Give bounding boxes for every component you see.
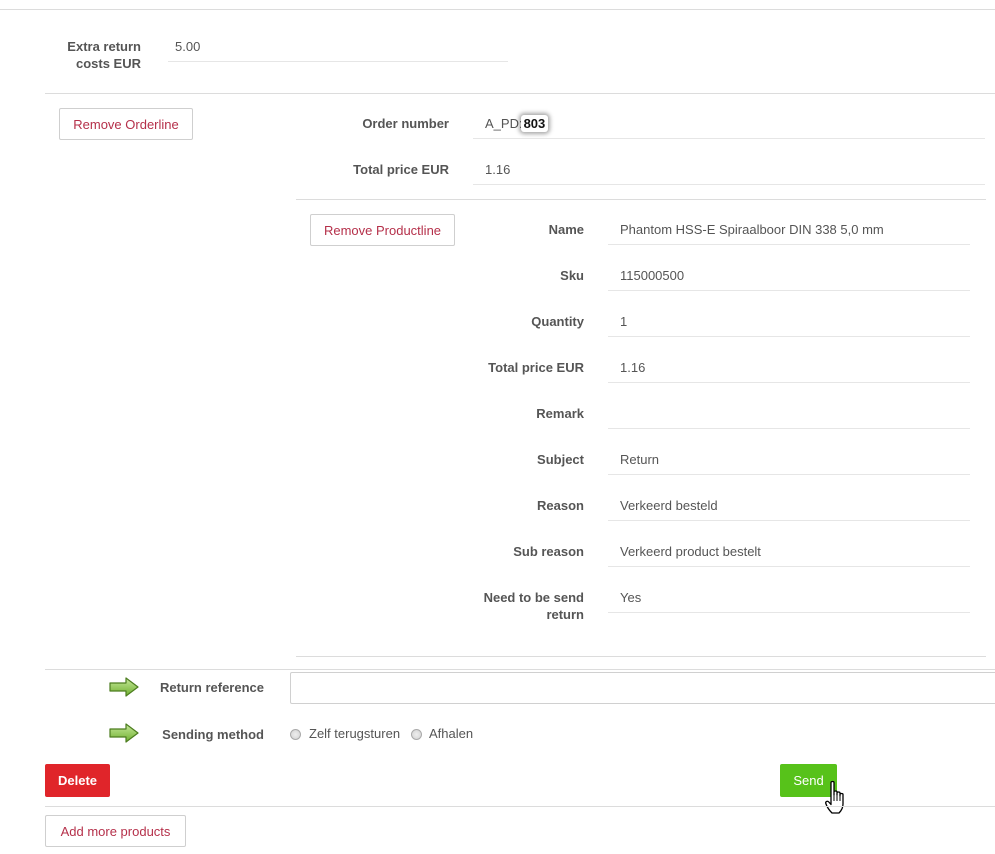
product-quantity-label: Quantity xyxy=(531,314,584,329)
product-need-return-value: Yes xyxy=(620,590,642,605)
order-number-label: Order number xyxy=(362,116,449,131)
product-sub-reason-label: Sub reason xyxy=(513,544,584,559)
product-subject-label: Subject xyxy=(537,452,584,467)
add-more-products-button[interactable]: Add more products xyxy=(45,815,186,847)
reference-divider xyxy=(45,669,995,670)
product-reason-value: Verkeerd besteld xyxy=(620,498,718,513)
product-reason-label: Reason xyxy=(537,498,584,513)
productline-bottom-divider xyxy=(296,656,986,657)
product-subject-value: Return xyxy=(620,452,660,467)
product-name-underline xyxy=(608,244,970,245)
hand-pointer-cursor-icon xyxy=(824,780,850,816)
return-reference-input[interactable] xyxy=(290,672,995,704)
product-quantity-underline xyxy=(608,336,970,337)
product-remark-label: Remark xyxy=(536,406,584,421)
extra-return-costs-label: Extra return costs EUR xyxy=(67,39,141,71)
green-right-arrow-icon xyxy=(108,722,140,744)
product-total-price-value: 1.16 xyxy=(620,360,646,375)
product-need-return-label: Need to be send return xyxy=(483,590,584,622)
radio-zelf-terugsturen[interactable] xyxy=(290,729,301,740)
green-right-arrow-icon xyxy=(108,676,140,698)
orderline-divider xyxy=(45,93,995,94)
order-total-underline xyxy=(473,184,985,185)
product-remark-underline xyxy=(608,428,970,429)
product-sku-underline xyxy=(608,290,970,291)
order-total-price-value: 1.16 xyxy=(485,162,511,177)
product-sku-label: Sku xyxy=(560,268,584,283)
radio-afhalen-label[interactable]: Afhalen xyxy=(429,725,473,742)
product-name-label: Name xyxy=(548,222,584,237)
product-reason-underline xyxy=(608,520,970,521)
order-number-highlight: 803 xyxy=(520,115,549,132)
bottom-divider xyxy=(45,806,995,807)
order-number-underline xyxy=(473,138,985,139)
radio-zelf-terugsturen-label[interactable]: Zelf terugsturen xyxy=(309,725,400,742)
order-total-price-label: Total price EUR xyxy=(353,162,449,177)
product-subject-underline xyxy=(608,474,970,475)
product-need-return-underline xyxy=(608,612,970,613)
radio-afhalen[interactable] xyxy=(411,729,422,740)
product-sku-value: 115000500 xyxy=(620,268,685,283)
productline-divider xyxy=(296,199,986,200)
product-total-price-underline xyxy=(608,382,970,383)
delete-button[interactable]: Delete xyxy=(45,764,110,797)
remove-orderline-button[interactable]: Remove Orderline xyxy=(59,108,193,140)
return-reference-label: Return reference xyxy=(159,680,264,695)
product-name-value: Phantom HSS-E Spiraalboor DIN 338 5,0 mm xyxy=(620,222,884,237)
remove-productline-button[interactable]: Remove Productline xyxy=(310,214,455,246)
extra-return-underline xyxy=(168,61,508,62)
extra-return-costs-value: 5.00 xyxy=(175,39,201,54)
product-total-price-label: Total price EUR xyxy=(488,360,584,375)
order-number-value: A_PD:803 xyxy=(485,115,549,132)
sending-method-label: Sending method xyxy=(162,727,264,742)
product-sub-reason-underline xyxy=(608,566,970,567)
product-quantity-value: 1 xyxy=(620,314,628,329)
product-sub-reason-value: Verkeerd product bestelt xyxy=(620,544,761,559)
top-divider xyxy=(0,9,995,10)
